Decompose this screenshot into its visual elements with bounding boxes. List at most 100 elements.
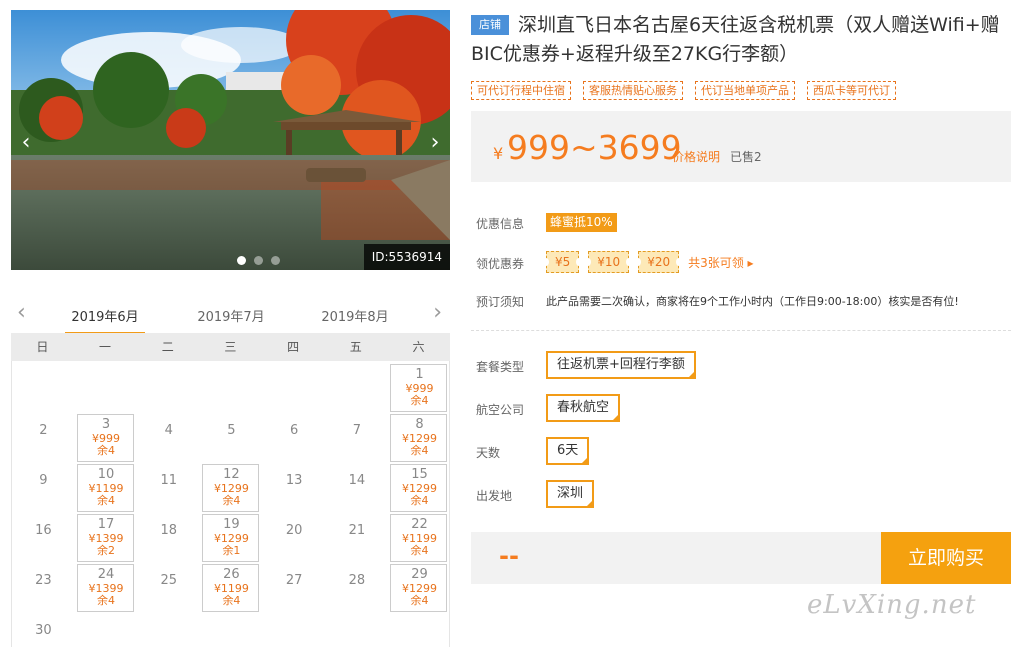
day-number: 26 [223, 567, 240, 582]
calendar-day-available[interactable]: 12 ¥1299 余4 [200, 463, 263, 513]
day-number: 8 [415, 417, 424, 432]
price-panel: ¥ 999~3699 价格说明 已售2 [471, 111, 1011, 182]
service-tag: 客服热情贴心服务 [583, 81, 683, 100]
service-tags: 可代订行程中住宿 客服热情贴心服务 代订当地单项产品 西瓜卡等可代订 [471, 81, 896, 100]
day-stock: 余4 [97, 494, 116, 507]
shop-badge[interactable]: 店铺 [471, 15, 509, 35]
package-option[interactable]: 往返机票+回程行李额 [546, 351, 696, 379]
calendar-day: 4 [137, 413, 200, 463]
coupon-10[interactable]: ¥10 [585, 251, 633, 273]
day-number: 30 [35, 623, 52, 638]
calendar-day: 30 [12, 613, 75, 647]
calendar-day: 20 [263, 513, 326, 563]
calendar-day: 2 [12, 413, 75, 463]
weekday-label: 二 [161, 340, 174, 354]
day-number: 27 [285, 573, 303, 588]
departure-option[interactable]: 深圳 [546, 480, 595, 508]
coupon-20[interactable]: ¥20 [635, 251, 682, 273]
watermark-logo: eLvXing.net [807, 590, 977, 620]
day-number: 21 [348, 523, 366, 538]
day-number: 24 [97, 567, 115, 582]
day-stock: 余4 [410, 544, 429, 557]
currency-symbol: ¥ [493, 144, 504, 163]
calendar-day-available[interactable]: 3 ¥999 余4 [75, 413, 138, 463]
month-tab-july[interactable]: 2019年7月 [181, 306, 281, 325]
calendar-day: 9 [12, 463, 75, 513]
calendar-day: 11 [137, 463, 200, 513]
calendar-day-available[interactable]: 22 ¥1199 余4 [388, 513, 451, 563]
day-stock: 余1 [222, 544, 241, 557]
sold-count: 已售2 [730, 150, 762, 164]
day-number: 23 [35, 573, 52, 588]
weekday-label: 四 [287, 340, 300, 354]
gallery-prev-arrow[interactable]: ‹ [15, 128, 37, 158]
day-number: 14 [348, 473, 366, 488]
product-page: ‹ › ID:5536914 ‹ 2019年6月 2019年7月 2019年8月… [0, 0, 1016, 647]
calendar-day: 27 [263, 563, 326, 613]
chevron-right-icon: › [430, 130, 440, 155]
days-label: 天数 [476, 446, 501, 460]
calendar-day: 18 [137, 513, 200, 563]
promo-label: 优惠信息 [476, 217, 525, 231]
section-divider [471, 330, 1011, 331]
weekday-label: 五 [349, 340, 362, 354]
product-photo-gallery[interactable]: ‹ › ID:5536914 [11, 10, 450, 270]
calendar-day: 14 [326, 463, 389, 513]
departure-label: 出发地 [476, 489, 513, 503]
calendar-weekday-header: 日 一 二 三 四 五 六 [11, 333, 450, 361]
calendar-day-available[interactable]: 19 ¥1299 余1 [200, 513, 263, 563]
service-tag: 西瓜卡等可代订 [807, 81, 896, 100]
package-label: 套餐类型 [476, 360, 525, 374]
buy-now-button[interactable]: 立即购买 [881, 532, 1011, 584]
coupon-5[interactable]: ¥5 [542, 251, 583, 273]
weekday-label: 日 [36, 340, 49, 354]
calendar-day-grid: 1 ¥999 余4 2 3 ¥999 余4 4 5 6 7 8 ¥1299 余4 9 10 ¥1199 余4 11 1… [11, 361, 450, 647]
total-price: -- [499, 542, 519, 570]
month-tab-june[interactable]: 2019年6月 [55, 306, 155, 334]
day-number: 11 [160, 473, 177, 488]
day-number: 5 [227, 423, 236, 438]
calendar-day-available[interactable]: 17 ¥1399 余2 [75, 513, 138, 563]
calendar-day-available[interactable]: 29 ¥1299 余4 [388, 563, 451, 613]
day-number: 12 [223, 467, 240, 482]
weekday-label: 六 [412, 340, 425, 354]
day-number: 22 [411, 517, 428, 532]
gallery-dot[interactable] [254, 256, 263, 265]
calendar-day-available[interactable]: 8 ¥1299 余4 [388, 413, 451, 463]
calendar-day-available[interactable]: 26 ¥1199 余4 [200, 563, 263, 613]
airline-option[interactable]: 春秋航空 [546, 394, 621, 422]
gallery-next-arrow[interactable]: › [424, 128, 446, 158]
calendar-day-available[interactable]: 24 ¥1399 余4 [75, 563, 138, 613]
calendar-day-available[interactable]: 15 ¥1299 余4 [388, 463, 451, 513]
days-option[interactable]: 6天 [546, 437, 590, 465]
day-number: 18 [160, 523, 177, 538]
day-number: 15 [411, 467, 428, 482]
calendar-prev-icon[interactable]: ‹ [17, 302, 26, 324]
calendar-next-icon[interactable]: › [433, 302, 442, 324]
calendar-day: 7 [326, 413, 389, 463]
calendar-day-available[interactable]: 10 ¥1199 余4 [75, 463, 138, 513]
day-number: 13 [285, 473, 303, 488]
calendar-day: 25 [137, 563, 200, 613]
calendar-day-available[interactable]: 1 ¥999 余4 [388, 363, 451, 413]
day-number: 20 [285, 523, 303, 538]
gallery-dot[interactable] [237, 256, 246, 265]
day-stock: 余4 [410, 594, 429, 607]
promo-badge: 蜂蜜抵10% [546, 213, 617, 232]
day-stock: 余4 [410, 394, 429, 407]
calendar-day: 28 [326, 563, 389, 613]
notice-label: 预订须知 [476, 295, 525, 309]
more-coupons-link[interactable]: 共3张可领 ▸ [688, 254, 753, 271]
gallery-dot[interactable] [271, 256, 280, 265]
day-stock: 余4 [222, 594, 241, 607]
calendar-day: 21 [326, 513, 389, 563]
product-id-label: ID:5536914 [363, 244, 450, 270]
day-number: 17 [97, 517, 115, 532]
booking-notice: 此产品需要二次确认，商家将在9个工作小时内（工作日9:00-18:00）核实是否… [546, 295, 959, 308]
day-number: 6 [290, 423, 299, 438]
day-stock: 余4 [97, 594, 116, 607]
day-number: 25 [160, 573, 177, 588]
price-explain-link[interactable]: 价格说明 [672, 148, 720, 165]
month-tab-august[interactable]: 2019年8月 [305, 306, 405, 325]
day-stock: 余2 [97, 544, 116, 557]
